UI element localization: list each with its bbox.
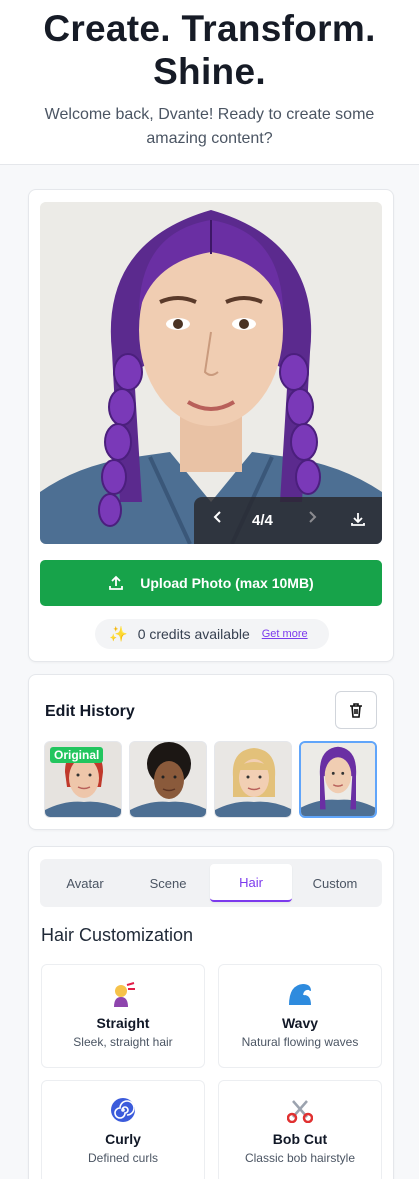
upload-photo-button[interactable]: Upload Photo (max 10MB) xyxy=(40,560,382,606)
hair-option-straight[interactable]: Straight Sleek, straight hair xyxy=(41,964,205,1068)
history-thumb-original[interactable]: Original xyxy=(44,741,122,818)
clear-history-button[interactable] xyxy=(335,691,377,729)
chevron-left-icon[interactable] xyxy=(212,510,224,524)
option-name: Curly xyxy=(105,1131,141,1147)
option-name: Wavy xyxy=(281,1015,319,1031)
tab-custom[interactable]: Custom xyxy=(294,864,376,902)
hair-customization-title: Hair Customization xyxy=(41,925,194,945)
trash-icon xyxy=(350,702,362,718)
image-navigator: 4/4 xyxy=(194,497,382,544)
option-desc: Sleek, straight hair xyxy=(73,1035,173,1049)
edit-history-card: Edit History Original xyxy=(28,674,394,830)
customization-tabs: Avatar Scene Hair Custom xyxy=(40,859,382,907)
option-name: Bob Cut xyxy=(272,1131,328,1147)
tab-scene[interactable]: Scene xyxy=(127,864,209,902)
scissors-icon xyxy=(219,1097,381,1125)
page-title: Create. Transform. Shine. xyxy=(0,7,419,93)
hair-option-bob-cut[interactable]: Bob Cut Classic bob hairstyle xyxy=(218,1080,382,1179)
option-desc: Natural flowing waves xyxy=(241,1035,359,1049)
wave-icon xyxy=(219,981,381,1009)
title-line-2: Shine. xyxy=(153,51,266,92)
tab-avatar[interactable]: Avatar xyxy=(44,864,126,902)
upload-icon xyxy=(108,575,124,591)
original-badge: Original xyxy=(50,747,104,763)
image-counter: 4/4 xyxy=(252,512,273,529)
edit-history-title: Edit History xyxy=(45,703,135,720)
title-line-1: Create. Transform. xyxy=(43,8,376,49)
credits-text: 0 credits available xyxy=(137,626,250,642)
portrait-image xyxy=(40,202,382,544)
photo-preview: 4/4 xyxy=(40,202,382,544)
chevron-right-icon[interactable] xyxy=(306,510,318,524)
history-thumb-3[interactable] xyxy=(214,741,292,818)
tab-hair[interactable]: Hair xyxy=(210,864,292,902)
sparkle-icon: ✨ xyxy=(109,626,128,643)
spiral-icon xyxy=(42,1097,204,1125)
download-icon[interactable] xyxy=(350,511,366,527)
get-more-link[interactable]: Get more xyxy=(262,628,308,640)
option-desc: Defined curls xyxy=(87,1151,159,1165)
customization-card: Avatar Scene Hair Custom Hair Customizat… xyxy=(28,846,394,1179)
hero-header: Create. Transform. Shine. Welcome back, … xyxy=(0,0,419,165)
hair-option-wavy[interactable]: Wavy Natural flowing waves xyxy=(218,964,382,1068)
option-name: Straight xyxy=(96,1015,150,1031)
hair-option-curly[interactable]: Curly Defined curls xyxy=(41,1080,205,1179)
upload-button-label: Upload Photo (max 10MB) xyxy=(140,575,314,591)
photo-card: 4/4 Upload Photo (max 10MB) ✨ 0 credits … xyxy=(28,189,394,662)
welcome-subtitle: Welcome back, Dvante! Ready to create so… xyxy=(44,106,375,147)
credits-pill: ✨ 0 credits available Get more xyxy=(95,619,329,649)
history-thumb-2[interactable] xyxy=(129,741,207,818)
haircut-person-icon xyxy=(42,981,204,1009)
history-thumb-4-selected[interactable] xyxy=(299,741,377,818)
option-desc: Classic bob hairstyle xyxy=(244,1151,356,1165)
